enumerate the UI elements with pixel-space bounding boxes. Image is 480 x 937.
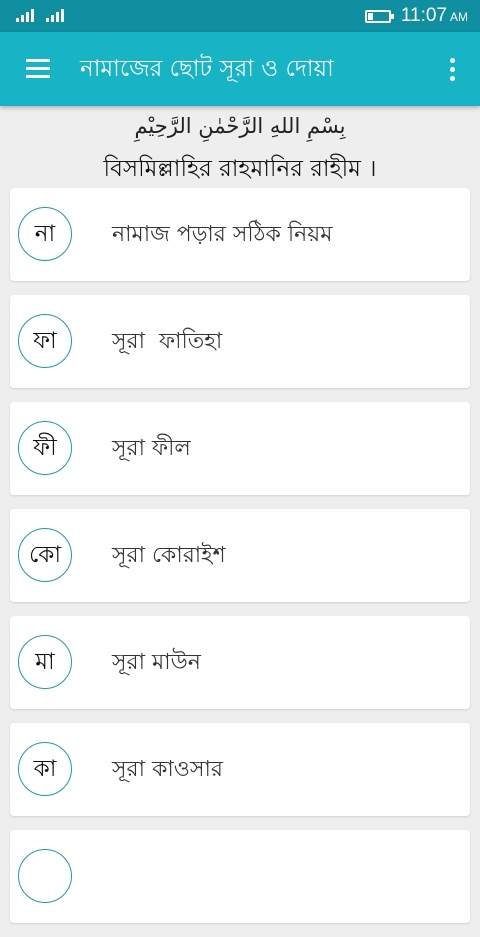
clock: 11:07 AM [401, 5, 468, 27]
app-bar: নামাজের ছোট সূরা ও দোয়া [0, 32, 480, 106]
list-item-label: সূরা কোরাইশ [112, 543, 226, 568]
list-item-badge: ফী [18, 421, 72, 475]
list-item-label: সূরা কাওসার [112, 757, 223, 782]
list-item-badge: না [18, 207, 72, 261]
list-item[interactable]: মা সূরা মাউন [10, 616, 470, 709]
signal-icon [16, 9, 64, 22]
bismillah-arabic: بِسْمِ اللهِ الرَّحْمٰنِ الرَّحِيْمِ [134, 114, 346, 138]
clock-time: 11:07 [400, 5, 447, 26]
list-item-badge: ফা [18, 314, 72, 368]
menu-icon[interactable] [26, 59, 50, 79]
list-item[interactable]: কা সূরা কাওসার [10, 723, 470, 816]
list-item-label: সূরা ফাতিহা [112, 329, 223, 354]
bismillah-bengali: বিসমিল্লাহির রাহমানির রাহীম । [103, 156, 377, 182]
list-item-badge [18, 849, 72, 903]
bismillah-header: بِسْمِ اللهِ الرَّحْمٰنِ الرَّحِيْمِ বিস… [0, 106, 480, 184]
list-item-badge: কা [18, 742, 72, 796]
list-item-badge: মা [18, 635, 72, 689]
battery-icon [364, 9, 394, 23]
list-item-label: সূরা মাউন [112, 650, 201, 675]
list-item-label: সূরা ফীল [112, 436, 191, 461]
clock-ampm: AM [450, 10, 468, 24]
list-item-badge: কো [18, 528, 72, 582]
app-title: নামাজের ছোট সূরা ও দোয়া [80, 56, 334, 82]
list-item[interactable]: ফা সূরা ফাতিহা [10, 295, 470, 388]
list-item[interactable]: ফী সূরা ফীল [10, 402, 470, 495]
list-item[interactable]: না নামাজ পড়ার সঠিক নিয়ম [10, 188, 470, 281]
sura-list: না নামাজ পড়ার সঠিক নিয়ম ফা সূরা ফাতিহা… [10, 188, 470, 937]
battery-level [367, 12, 373, 20]
list-item-partial[interactable] [10, 830, 470, 923]
list-item[interactable]: কো সূরা কোরাইশ [10, 509, 470, 602]
more-vertical-icon[interactable] [450, 58, 456, 82]
status-bar: 11:07 AM [0, 0, 480, 32]
list-item-label: নামাজ পড়ার সঠিক নিয়ম [112, 222, 333, 247]
